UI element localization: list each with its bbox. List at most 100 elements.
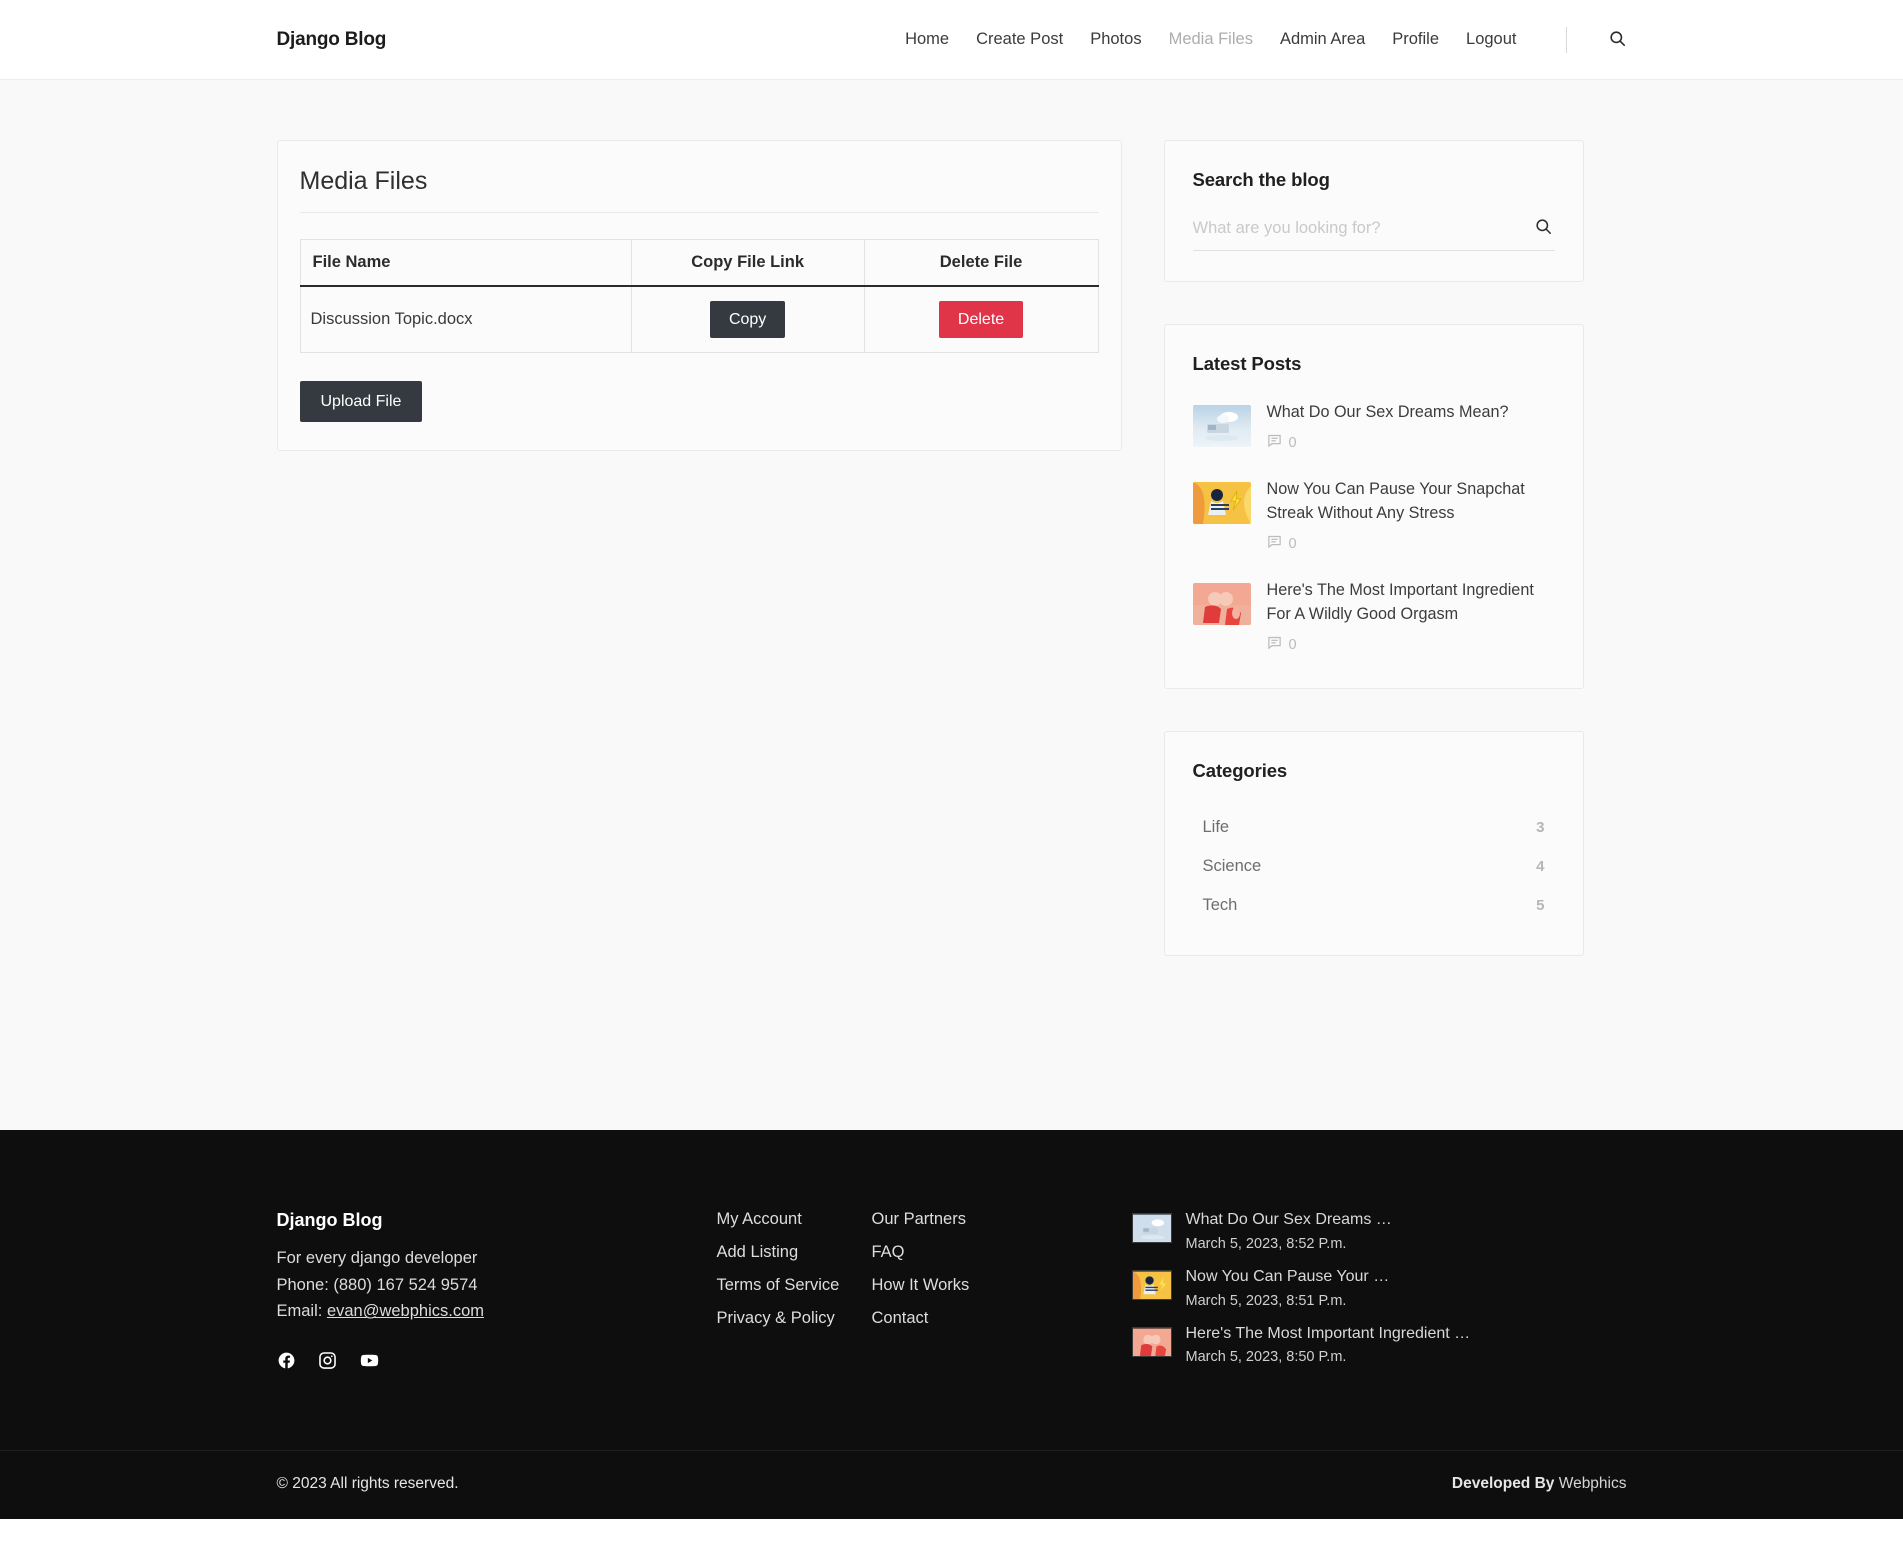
footer-social-links	[277, 1351, 637, 1370]
nav-item-home[interactable]: Home	[905, 30, 949, 49]
post-info: What Do Our Sex Dreams Mean? 0	[1267, 401, 1555, 452]
nav-item-profile[interactable]: Profile	[1392, 30, 1439, 49]
site-footer: Django Blog For every django developer P…	[0, 1130, 1903, 1520]
footer-tagline: For every django developer	[276, 1249, 478, 1267]
media-files-card: Media Files File Name Copy File Link Del…	[276, 140, 1122, 452]
column-header-copy-file-link: Copy File Link	[630, 239, 865, 287]
footer-link-how-it-works[interactable]: How It Works	[872, 1276, 1102, 1295]
list-item[interactable]: Now You Can Pause Your Snapchat Streak W…	[1192, 478, 1555, 553]
post-title-link[interactable]: Now You Can Pause Your Snapchat Streak W…	[1267, 478, 1555, 525]
list-item[interactable]: What Do Our Sex Dreams Mean? 0	[1192, 401, 1555, 452]
nav-link-home[interactable]: Home	[905, 30, 949, 48]
footer-top: Django Blog For every django developer P…	[277, 1210, 1627, 1450]
couple-illustration-image	[1132, 1328, 1171, 1356]
post-title-link[interactable]: What Do Our Sex Dreams Mean?	[1267, 401, 1555, 424]
footer-post-info: What Do Our Sex Dreams … March 5, 2023, …	[1186, 1210, 1392, 1252]
footer-post-title-link[interactable]: Now You Can Pause Your …	[1186, 1267, 1390, 1288]
primary-nav: Home Create Post Photos Media Files Admi…	[905, 26, 1627, 53]
footer-post-title-link[interactable]: Here's The Most Important Ingredient …	[1186, 1324, 1471, 1345]
category-name: Science	[1202, 857, 1262, 876]
nav-item-logout[interactable]: Logout	[1466, 30, 1516, 49]
nav-item-admin-area[interactable]: Admin Area	[1280, 30, 1365, 49]
facebook-icon[interactable]	[277, 1351, 296, 1370]
post-title-link[interactable]: Here's The Most Important Ingredient For…	[1267, 579, 1555, 626]
navbar-divider	[1565, 26, 1567, 53]
post-thumbnail	[1192, 583, 1251, 626]
snapchat-streak-image	[1192, 482, 1251, 525]
nav-link-create-post[interactable]: Create Post	[976, 30, 1063, 48]
comment-count: 0	[1267, 635, 1555, 654]
footer-link-contact[interactable]: Contact	[872, 1309, 1102, 1328]
table-row: Discussion Topic.docx Copy Delete	[299, 285, 1099, 354]
footer-links-column-2: Our Partners FAQ How It Works Contact	[872, 1210, 1102, 1342]
list-item[interactable]: What Do Our Sex Dreams … March 5, 2023, …	[1131, 1210, 1627, 1252]
youtube-icon[interactable]	[359, 1351, 380, 1370]
comment-icon	[1267, 635, 1282, 654]
delete-button[interactable]: Delete	[938, 301, 1024, 339]
widget-latest-posts: Latest Posts What Do Our Sex Dreams Mean…	[1163, 324, 1584, 690]
footer-email-link[interactable]: evan@webphics.com	[327, 1302, 484, 1320]
list-item[interactable]: Now You Can Pause Your … March 5, 2023, …	[1131, 1267, 1627, 1309]
navbar-search-button[interactable]	[1608, 29, 1627, 51]
footer-link-my-account[interactable]: My Account	[717, 1210, 872, 1229]
list-item[interactable]: Here's The Most Important Ingredient … M…	[1131, 1324, 1627, 1366]
nav-item-media-files[interactable]: Media Files	[1169, 30, 1253, 49]
category-count: 4	[1536, 858, 1545, 876]
widget-search: Search the blog	[1163, 140, 1584, 282]
media-files-card-body: Media Files File Name Copy File Link Del…	[278, 141, 1121, 450]
footer-link-our-partners[interactable]: Our Partners	[872, 1210, 1102, 1229]
site-brand[interactable]: Django Blog	[277, 29, 387, 51]
snapchat-streak-image	[1132, 1271, 1171, 1299]
table-body: Discussion Topic.docx Copy Delete	[299, 285, 1099, 354]
search-icon	[1534, 217, 1553, 239]
upload-file-button[interactable]: Upload File	[299, 381, 423, 423]
nav-link-admin-area[interactable]: Admin Area	[1280, 30, 1365, 48]
footer-link-terms-of-service[interactable]: Terms of Service	[717, 1276, 872, 1295]
footer-link-add-listing[interactable]: Add Listing	[717, 1243, 872, 1262]
category-item-life[interactable]: Life 3	[1193, 808, 1555, 847]
nav-link-media-files[interactable]: Media Files	[1169, 30, 1253, 48]
footer-post-info: Now You Can Pause Your … March 5, 2023, …	[1186, 1267, 1390, 1309]
nav-item-photos[interactable]: Photos	[1090, 30, 1141, 49]
navbar-inner: Django Blog Home Create Post Photos Medi…	[277, 26, 1627, 53]
comment-icon	[1267, 534, 1282, 553]
search-input[interactable]	[1192, 218, 1532, 238]
comment-count-value: 0	[1288, 535, 1297, 552]
nav-link-logout[interactable]: Logout	[1466, 30, 1516, 48]
instagram-icon[interactable]	[318, 1351, 337, 1370]
developer-name[interactable]: Webphics	[1559, 1475, 1627, 1492]
footer-post-title-link[interactable]: What Do Our Sex Dreams …	[1186, 1210, 1392, 1231]
latest-posts-title: Latest Posts	[1192, 353, 1302, 374]
category-item-tech[interactable]: Tech 5	[1193, 886, 1555, 925]
category-count: 3	[1536, 819, 1545, 837]
footer-brand-column: Django Blog For every django developer P…	[277, 1210, 637, 1370]
footer-post-thumbnail	[1131, 1326, 1172, 1357]
nav-item-create-post[interactable]: Create Post	[976, 30, 1063, 49]
post-info: Now You Can Pause Your Snapchat Streak W…	[1267, 478, 1555, 553]
search-submit-button[interactable]	[1532, 217, 1555, 239]
list-item[interactable]: Here's The Most Important Ingredient For…	[1192, 579, 1555, 654]
footer-post-date: March 5, 2023, 8:50 P.m.	[1185, 1349, 1347, 1366]
footer-post-date: March 5, 2023, 8:52 P.m.	[1185, 1235, 1347, 1252]
copyright-text: © 2023 All rights reserved.	[276, 1475, 459, 1493]
main-column: Media Files File Name Copy File Link Del…	[276, 140, 1122, 452]
sleep-cloud-image	[1132, 1214, 1171, 1242]
media-files-table: File Name Copy File Link Delete File Dis…	[299, 239, 1099, 354]
footer-link-faq[interactable]: FAQ	[872, 1243, 1102, 1262]
post-thumbnail	[1192, 405, 1251, 447]
category-item-science[interactable]: Science 4	[1193, 847, 1555, 886]
top-navbar: Django Blog Home Create Post Photos Medi…	[0, 0, 1903, 80]
search-widget-title: Search the blog	[1192, 169, 1330, 190]
footer-bottom-bar: © 2023 All rights reserved. Developed By…	[0, 1450, 1903, 1519]
comment-count: 0	[1267, 534, 1555, 553]
table-header-row: File Name Copy File Link Delete File	[299, 239, 1099, 287]
footer-phone: Phone: (880) 167 524 9574	[276, 1275, 478, 1294]
cell-delete-action: Delete	[863, 285, 1099, 354]
footer-post-info: Here's The Most Important Ingredient … M…	[1186, 1324, 1471, 1366]
table-head: File Name Copy File Link Delete File	[299, 239, 1099, 287]
copy-button[interactable]: Copy	[709, 301, 786, 339]
nav-link-photos[interactable]: Photos	[1090, 30, 1141, 48]
nav-link-profile[interactable]: Profile	[1392, 30, 1439, 48]
widget-categories: Categories Life 3 Science 4 Tech 5	[1163, 731, 1584, 957]
footer-link-privacy-policy[interactable]: Privacy & Policy	[717, 1309, 872, 1328]
